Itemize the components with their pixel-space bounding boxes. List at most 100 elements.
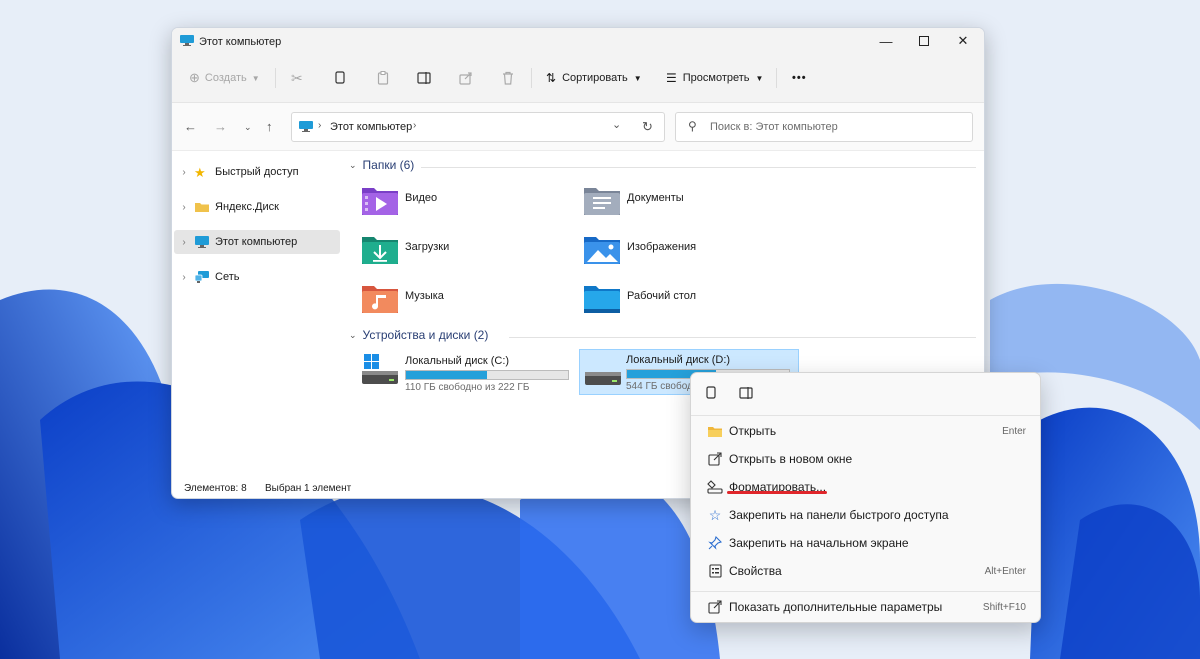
drive-usage-fill xyxy=(406,371,487,379)
chevron-right-icon: › xyxy=(182,201,186,213)
chevron-down-icon: ▼ xyxy=(633,73,642,83)
toolbar-separator xyxy=(275,68,276,88)
sidebar-item-label: Яндекс.Диск xyxy=(215,201,279,213)
context-item-label: Открыть xyxy=(729,424,777,438)
folder-item-video[interactable]: Видео xyxy=(361,184,561,220)
folder-item-pictures[interactable]: Изображения xyxy=(583,233,783,269)
context-item-open-new-window[interactable]: Открыть в новом окне xyxy=(695,446,1036,472)
address-dropdown-icon[interactable]: ⌄ xyxy=(612,118,621,131)
share-icon xyxy=(459,72,472,85)
view-button[interactable]: ☰ Просмотреть ▼ xyxy=(666,67,763,89)
context-menu-separator xyxy=(691,591,1040,592)
copy-icon xyxy=(335,71,345,84)
sort-label: Сортировать xyxy=(562,72,628,84)
more-button[interactable]: ••• xyxy=(792,67,807,89)
search-box[interactable]: ⚲ Поиск в: Этот компьютер xyxy=(675,112,973,142)
status-selected: Выбран 1 элемент xyxy=(265,483,352,494)
command-bar: ⊕ Создать ▼ ✂ ⇅ Сортировать ▼ ☰ Просмотр… xyxy=(172,54,984,103)
pin-icon xyxy=(701,536,729,550)
chevron-down-icon: ⌄ xyxy=(244,122,252,132)
drives-section-header[interactable]: ⌄ Устройства и диски (2) xyxy=(349,328,488,342)
section-title: Устройства и диски (2) xyxy=(362,328,489,342)
sort-icon: ⇅ xyxy=(546,71,557,85)
close-button[interactable]: ✕ xyxy=(949,32,977,50)
section-title: Папки (6) xyxy=(362,158,415,172)
recent-locations-button[interactable]: ⌄ xyxy=(244,122,252,133)
more-icon: ••• xyxy=(792,72,807,84)
folder-item-desktop[interactable]: Рабочий стол xyxy=(583,282,783,318)
minimize-icon: — xyxy=(879,33,893,49)
minimize-button[interactable]: — xyxy=(872,32,900,50)
drive-label: Локальный диск (D:) xyxy=(626,354,731,366)
search-icon: ⚲ xyxy=(688,119,697,133)
drive-free-space: 110 ГБ свободно из 222 ГБ xyxy=(405,382,530,393)
maximize-icon xyxy=(919,36,929,46)
address-row: ← → ⌄ ↑ › Этот компьютер › ⌄ ↻ ⚲ Поиск в… xyxy=(172,103,984,151)
folder-item-music[interactable]: Музыка xyxy=(361,282,561,318)
context-item-pin-quick-access[interactable]: ☆ Закрепить на панели быстрого доступа xyxy=(695,502,1036,528)
system-drive-icon xyxy=(362,354,398,384)
open-new-window-icon xyxy=(701,452,729,466)
context-item-open[interactable]: Открыть Enter xyxy=(695,418,1036,444)
up-button[interactable]: ↑ xyxy=(266,119,273,134)
delete-button[interactable] xyxy=(502,67,514,89)
sidebar-item-yandex-disk[interactable]: › Яндекс.Диск xyxy=(174,195,340,219)
context-item-format[interactable]: Форматировать... xyxy=(695,474,1036,500)
back-button[interactable]: ← xyxy=(184,119,197,134)
title-bar[interactable]: Этот компьютер — ✕ xyxy=(172,28,984,54)
forward-button[interactable]: → xyxy=(214,119,227,134)
copy-icon xyxy=(706,386,716,399)
drive-item-c[interactable]: Локальный диск (C:) 110 ГБ свободно из 2… xyxy=(359,351,577,395)
chevron-down-icon: ⌄ xyxy=(349,159,357,170)
sidebar-item-this-pc[interactable]: › Этот компьютер xyxy=(174,230,340,254)
maximize-button[interactable] xyxy=(910,32,938,50)
sidebar-item-quick-access[interactable]: › ★ Быстрый доступ xyxy=(174,160,340,184)
address-bar[interactable]: › Этот компьютер › ⌄ ↻ xyxy=(291,112,665,142)
refresh-icon[interactable]: ↻ xyxy=(642,119,653,135)
context-copy-button[interactable] xyxy=(705,386,717,403)
star-outline-icon: ☆ xyxy=(708,506,722,523)
star-icon: ★ xyxy=(194,165,206,180)
breadcrumb-chevron-icon: › xyxy=(318,120,322,131)
video-folder-icon xyxy=(362,188,398,215)
toolbar-separator xyxy=(531,68,532,88)
copy-button[interactable] xyxy=(334,67,346,89)
sidebar-item-network[interactable]: › Сеть xyxy=(174,265,340,289)
rename-icon xyxy=(739,387,753,399)
breadcrumb-item[interactable]: Этот компьютер xyxy=(330,121,412,133)
context-item-more-options[interactable]: Показать дополнительные параметры Shift+… xyxy=(695,594,1036,620)
context-item-properties[interactable]: Свойства Alt+Enter xyxy=(695,558,1036,584)
context-item-label: Закрепить на панели быстрого доступа xyxy=(729,508,949,522)
context-item-label: Свойства xyxy=(729,564,782,578)
rename-button[interactable] xyxy=(417,67,432,89)
chevron-down-icon: ▼ xyxy=(755,73,764,83)
desktop-folder-icon xyxy=(584,286,620,313)
cut-button[interactable]: ✂ xyxy=(291,67,303,89)
properties-icon xyxy=(701,564,729,578)
section-divider xyxy=(509,337,976,338)
folders-section-header[interactable]: ⌄ Папки (6) xyxy=(349,158,414,172)
arrow-left-icon: ← xyxy=(184,119,197,134)
context-item-pin-start[interactable]: Закрепить на начальном экране xyxy=(695,530,1036,556)
folder-item-downloads[interactable]: Загрузки xyxy=(361,233,561,269)
folder-icon xyxy=(195,203,209,212)
sidebar-item-label: Сеть xyxy=(215,271,240,283)
paste-button[interactable] xyxy=(377,67,389,89)
search-placeholder: Поиск в: Этот компьютер xyxy=(710,121,838,133)
share-button[interactable] xyxy=(459,67,473,89)
context-menu: Открыть Enter Открыть в новом окне Форма… xyxy=(690,372,1041,623)
sort-button[interactable]: ⇅ Сортировать ▼ xyxy=(546,67,642,89)
drive-usage-bar xyxy=(405,370,569,380)
plus-circle-icon: ⊕ xyxy=(189,70,200,85)
create-button[interactable]: ⊕ Создать ▼ xyxy=(189,67,260,89)
computer-icon xyxy=(299,121,313,132)
computer-icon xyxy=(180,35,194,46)
context-rename-button[interactable] xyxy=(739,386,754,403)
paste-icon xyxy=(377,71,389,85)
documents-folder-icon xyxy=(584,188,620,215)
more-options-icon xyxy=(701,600,729,614)
music-folder-icon xyxy=(362,286,398,313)
folder-item-documents[interactable]: Документы xyxy=(583,184,783,220)
drive-label: Локальный диск (C:) xyxy=(405,355,510,367)
chevron-down-icon: ⌄ xyxy=(349,329,357,340)
